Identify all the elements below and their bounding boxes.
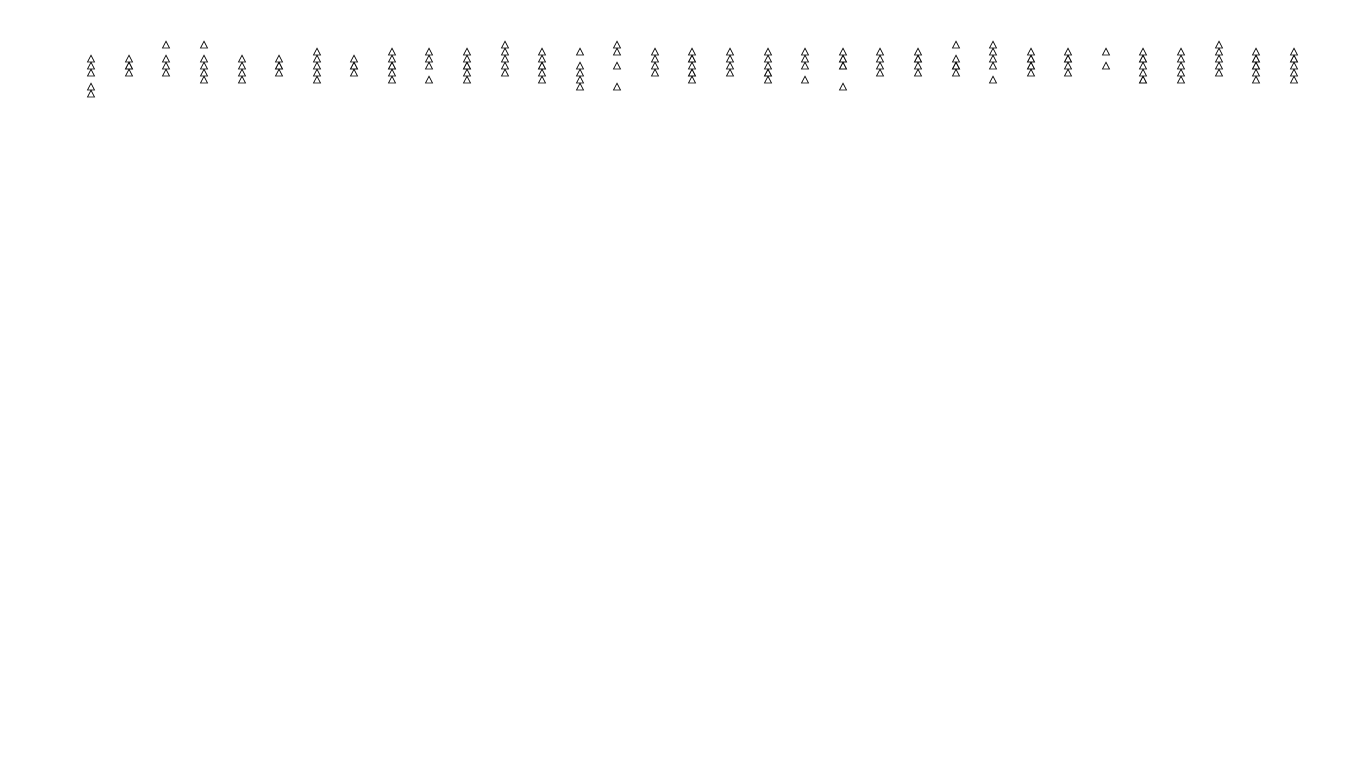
scatter-chart [80, 45, 1320, 745]
